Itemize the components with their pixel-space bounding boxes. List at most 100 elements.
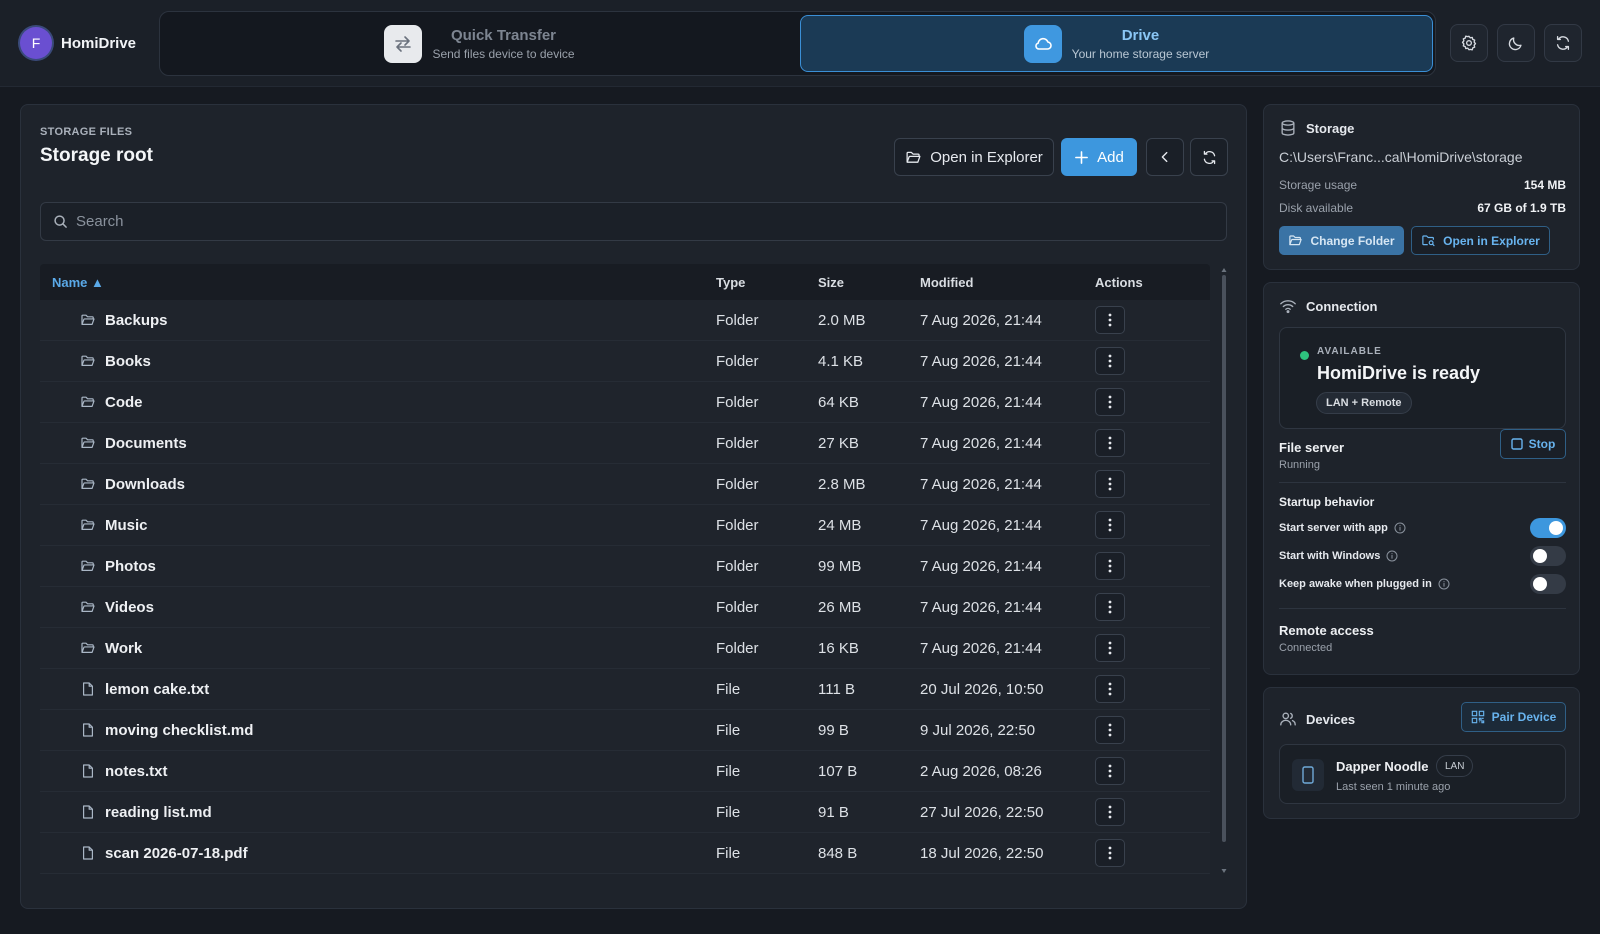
files-table: Name ▲ Type Size Modified Actions Backup… <box>40 264 1210 877</box>
row-actions-button[interactable] <box>1095 429 1125 457</box>
table-row[interactable]: Work Folder 16 KB 7 Aug 2026, 21:44 <box>40 628 1210 669</box>
row-actions-button[interactable] <box>1095 798 1125 826</box>
refresh-icon <box>1554 34 1572 52</box>
connection-status: AVAILABLE HomiDrive is ready LAN + Remot… <box>1279 327 1566 429</box>
device-item[interactable]: Dapper Noodle LAN Last seen 1 minute ago <box>1279 744 1566 804</box>
table-row[interactable]: Videos Folder 26 MB 7 Aug 2026, 21:44 <box>40 587 1210 628</box>
file-name-cell[interactable]: Code <box>80 394 143 411</box>
table-row[interactable]: Music Folder 24 MB 7 Aug 2026, 21:44 <box>40 505 1210 546</box>
status-label: AVAILABLE <box>1317 346 1382 357</box>
file-name-cell[interactable]: Photos <box>80 558 156 575</box>
back-button[interactable] <box>1146 138 1184 176</box>
table-row[interactable]: moving checklist.md File 99 B 9 Jul 2026, 2… <box>40 710 1210 751</box>
scrollbar-thumb[interactable] <box>1222 275 1226 842</box>
row-actions-button[interactable] <box>1095 716 1125 744</box>
file-name-cell[interactable]: Work <box>80 640 142 657</box>
column-header-name[interactable]: Name ▲ <box>52 275 104 290</box>
file-modified: 27 Jul 2026, 22:50 <box>920 803 1044 821</box>
theme-toggle-button[interactable] <box>1497 24 1535 62</box>
button-label: Open in Explorer <box>930 148 1043 166</box>
row-actions-button[interactable] <box>1095 839 1125 867</box>
card-title: Devices <box>1306 711 1356 727</box>
open-in-explorer-button[interactable]: Open in Explorer <box>1411 226 1550 255</box>
row-actions-button[interactable] <box>1095 388 1125 416</box>
table-row[interactable]: Downloads Folder 2.8 MB 7 Aug 2026, 21:44 <box>40 464 1210 505</box>
table-row[interactable]: reading list.md File 91 B 27 Jul 2026, 22:5… <box>40 792 1210 833</box>
row-actions-button[interactable] <box>1095 306 1125 334</box>
startup-behavior-label: Startup behavior <box>1279 495 1375 509</box>
search-icon <box>53 214 68 229</box>
folder-icon <box>80 435 96 451</box>
file-name-cell[interactable]: moving checklist.md <box>80 722 253 739</box>
search-input[interactable] <box>76 213 1176 230</box>
open-in-explorer-button[interactable]: Open in Explorer <box>894 138 1054 176</box>
app-name: HomiDrive <box>61 34 137 52</box>
file-name-cell[interactable]: scan 2026-07-18.pdf <box>80 845 248 862</box>
file-name-cell[interactable]: Videos <box>80 599 154 616</box>
stop-server-button[interactable]: Stop <box>1500 429 1566 459</box>
file-name-cell[interactable]: Backups <box>80 312 168 329</box>
row-actions-button[interactable] <box>1095 634 1125 662</box>
mode-quick-transfer[interactable]: Quick Transfer Send files device to devi… <box>163 15 796 72</box>
row-actions-button[interactable] <box>1095 511 1125 539</box>
avatar[interactable]: F <box>20 27 52 59</box>
row-actions-button[interactable] <box>1095 675 1125 703</box>
divider <box>1279 608 1566 609</box>
mode-subtitle: Your home storage server <box>1071 46 1210 61</box>
file-size: 107 B <box>818 762 858 780</box>
info-icon[interactable] <box>1438 578 1450 590</box>
table-row[interactable]: Photos Folder 99 MB 7 Aug 2026, 21:44 <box>40 546 1210 587</box>
file-name-cell[interactable]: Books <box>80 353 151 370</box>
table-row[interactable]: notes.txt File 107 B 2 Aug 2026, 08:26 <box>40 751 1210 792</box>
mode-drive[interactable]: Drive Your home storage server <box>800 15 1433 72</box>
more-vertical-icon <box>1108 641 1112 655</box>
file-name-cell[interactable]: Downloads <box>80 476 185 493</box>
file-name-cell[interactable]: lemon cake.txt <box>80 681 209 698</box>
app-header: F HomiDrive Quick Transfer Send files de… <box>0 0 1600 87</box>
file-name: Downloads <box>105 475 186 493</box>
file-modified: 7 Aug 2026, 21:44 <box>920 557 1042 575</box>
row-actions-button[interactable] <box>1095 552 1125 580</box>
more-vertical-icon <box>1108 846 1112 860</box>
refresh-button[interactable] <box>1544 24 1582 62</box>
add-button[interactable]: Add <box>1061 138 1137 176</box>
file-name-cell[interactable]: notes.txt <box>80 763 168 780</box>
file-name-cell[interactable]: Music <box>80 517 148 534</box>
pair-device-button[interactable]: Pair Device <box>1461 702 1566 732</box>
info-icon[interactable] <box>1386 550 1398 562</box>
file-name-cell[interactable]: reading list.md <box>80 804 212 821</box>
column-header-size[interactable]: Size <box>818 275 844 290</box>
table-row[interactable]: Books Folder 4.1 KB 7 Aug 2026, 21:44 <box>40 341 1210 382</box>
table-row[interactable]: Code Folder 64 KB 7 Aug 2026, 21:44 <box>40 382 1210 423</box>
table-scrollbar[interactable] <box>1221 267 1227 874</box>
table-row[interactable]: scan 2026-07-18.pdf File 848 B 18 Jul 2026,… <box>40 833 1210 874</box>
column-header-type[interactable]: Type <box>716 275 745 290</box>
file-name-cell[interactable]: Documents <box>80 435 187 452</box>
start-with-windows-toggle[interactable] <box>1530 546 1566 566</box>
table-body: Backups Folder 2.0 MB 7 Aug 2026, 21:44 Book… <box>40 300 1210 874</box>
toggle-label: Start server with app <box>1279 522 1388 534</box>
row-actions-button[interactable] <box>1095 470 1125 498</box>
keep-awake-toggle[interactable] <box>1530 574 1566 594</box>
row-actions-button[interactable] <box>1095 757 1125 785</box>
refresh-files-button[interactable] <box>1190 138 1228 176</box>
column-header-modified[interactable]: Modified <box>920 275 973 290</box>
storage-usage-row: Storage usage 154 MB <box>1279 178 1566 192</box>
table-row[interactable]: lemon cake.txt File 111 B 20 Jul 2026, 10:5… <box>40 669 1210 710</box>
start-server-toggle[interactable] <box>1530 518 1566 538</box>
table-row[interactable]: Backups Folder 2.0 MB 7 Aug 2026, 21:44 <box>40 300 1210 341</box>
info-icon[interactable] <box>1394 522 1406 534</box>
file-type: Folder <box>716 352 759 370</box>
file-size: 24 MB <box>818 516 862 534</box>
file-modified: 7 Aug 2026, 21:44 <box>920 352 1042 370</box>
more-vertical-icon <box>1108 395 1112 409</box>
change-folder-button[interactable]: Change Folder <box>1279 226 1404 255</box>
row-actions-button[interactable] <box>1095 593 1125 621</box>
more-vertical-icon <box>1108 477 1112 491</box>
column-header-actions: Actions <box>1095 274 1143 290</box>
table-row[interactable]: Documents Folder 27 KB 7 Aug 2026, 21:44 <box>40 423 1210 464</box>
folder-icon <box>80 517 96 533</box>
settings-button[interactable] <box>1450 24 1488 62</box>
row-actions-button[interactable] <box>1095 347 1125 375</box>
file-name: Music <box>105 516 148 534</box>
